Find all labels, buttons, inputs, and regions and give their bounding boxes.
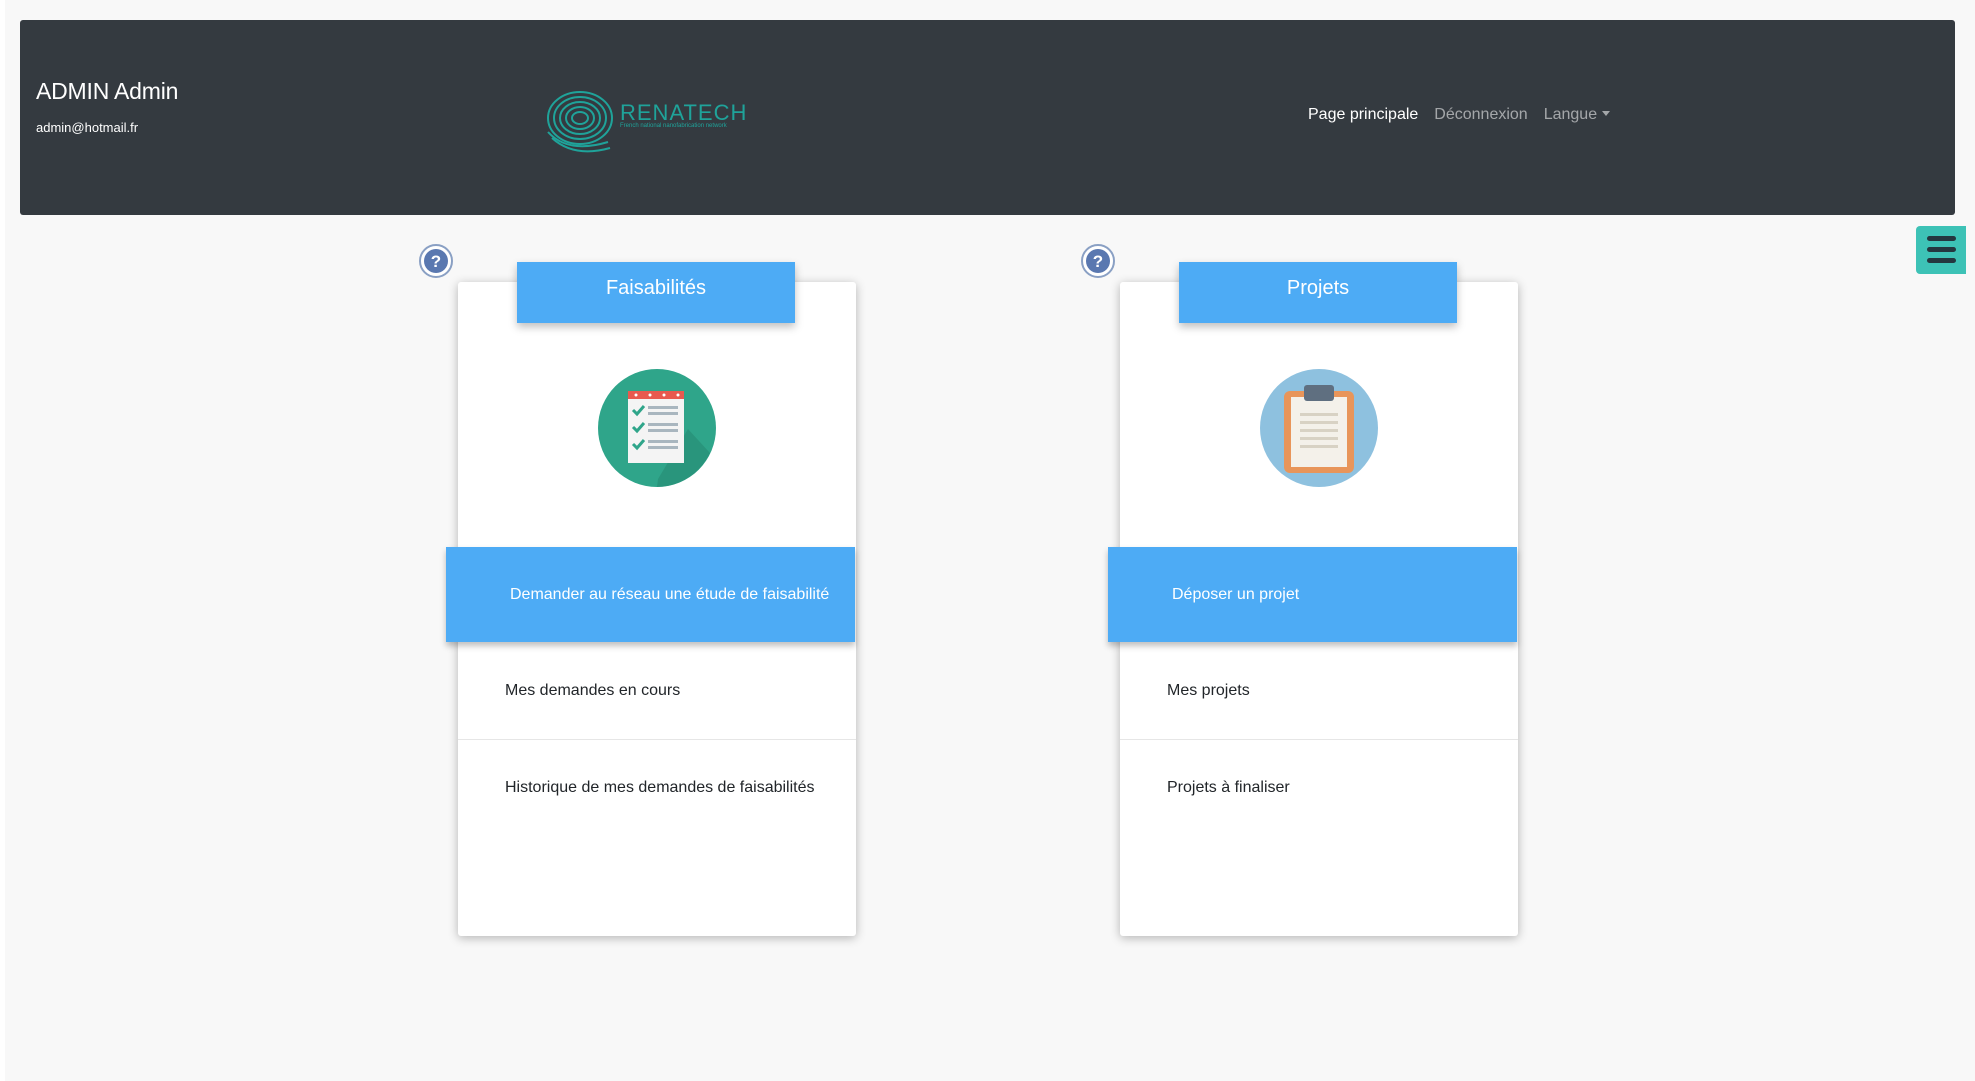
list-item-my-projects[interactable]: Mes projets (1120, 643, 1518, 740)
hamburger-bar (1927, 236, 1956, 241)
svg-text:?: ? (1093, 252, 1103, 271)
nav-language-dropdown[interactable]: Langue (1543, 106, 1611, 124)
submit-project-button[interactable]: Déposer un projet (1108, 547, 1517, 642)
list-item-request-history[interactable]: Historique de mes demandes de faisabilit… (458, 740, 856, 836)
nav-home-link[interactable]: Page principale (1308, 106, 1418, 124)
nav-links: Page principale Déconnexion Langue (1308, 106, 1611, 124)
list-item-label: Mes demandes en cours (505, 682, 681, 699)
list-item-label: Historique de mes demandes de faisabilit… (505, 779, 815, 796)
clipboard-icon (1260, 369, 1378, 487)
hamburger-bar (1927, 247, 1956, 252)
caret-down-icon (1602, 111, 1611, 116)
list-item-label: Projets à finaliser (1167, 779, 1290, 796)
logo-subtitle: French national nanofabrication network (620, 123, 727, 129)
language-label: Langue (1543, 106, 1598, 123)
checklist-icon (598, 369, 716, 487)
request-feasibility-button[interactable]: Demander au réseau une étude de faisabil… (446, 547, 855, 642)
help-icon[interactable]: ? (1081, 244, 1115, 278)
request-feasibility-label: Demander au réseau une étude de faisabil… (510, 586, 830, 603)
user-name: ADMIN Admin (36, 78, 179, 104)
left-edge (0, 0, 5, 1081)
list-item-label: Mes projets (1167, 682, 1250, 699)
feasibility-card-title: Faisabilités (517, 262, 795, 323)
side-menu-toggle-button[interactable] (1916, 226, 1966, 274)
help-icon[interactable]: ? (419, 244, 453, 278)
hamburger-bar (1927, 258, 1956, 263)
list-item-current-requests[interactable]: Mes demandes en cours (458, 643, 856, 740)
svg-text:?: ? (431, 252, 441, 271)
user-email: admin@hotmail.fr (36, 120, 139, 135)
renatech-logo[interactable]: RENATECH French national nanofabrication… (538, 86, 746, 156)
fingerprint-logo-icon (547, 91, 613, 153)
list-item-projects-to-finalize[interactable]: Projets à finaliser (1120, 740, 1518, 836)
top-navbar: ADMIN Admin admin@hotmail.fr RENATECH Fr… (20, 20, 1955, 215)
page: ADMIN Admin admin@hotmail.fr RENATECH Fr… (0, 0, 1975, 1081)
nav-logout-link[interactable]: Déconnexion (1434, 106, 1527, 124)
submit-project-label: Déposer un projet (1172, 586, 1300, 603)
projects-card-title: Projets (1179, 262, 1457, 323)
